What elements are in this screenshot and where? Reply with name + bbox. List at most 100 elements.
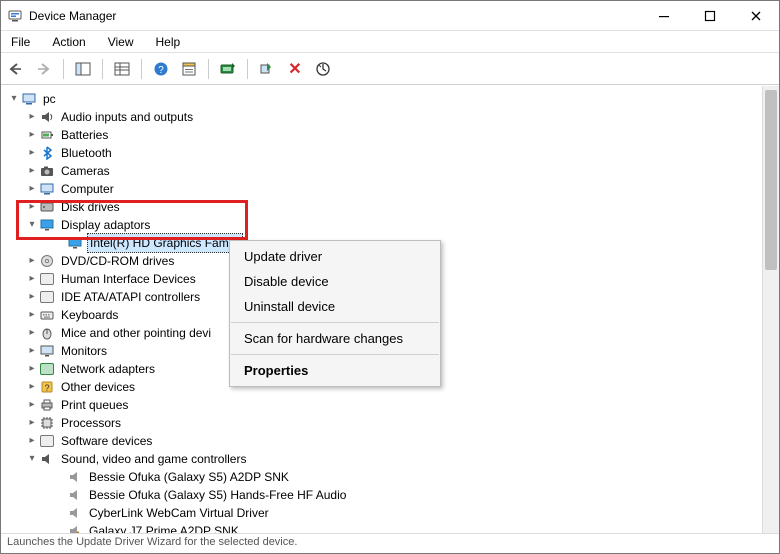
other-icon: ? <box>39 379 55 395</box>
show-hide-console-tree-button[interactable] <box>72 58 94 80</box>
expand-toggle[interactable]: ▸ <box>25 324 39 342</box>
forward-button[interactable] <box>33 58 55 80</box>
expand-toggle[interactable]: ▸ <box>25 252 39 270</box>
category-label[interactable]: Print queues <box>59 396 130 414</box>
display-icon <box>39 217 55 233</box>
sound-device-warning-icon: ! <box>67 523 83 533</box>
category-label[interactable]: Keyboards <box>59 306 120 324</box>
menu-help[interactable]: Help <box>152 33 185 51</box>
device-label[interactable]: Galaxy J7 Prime A2DP SNK <box>87 522 241 533</box>
expand-toggle[interactable]: ▾ <box>7 90 21 108</box>
toolbar-separator <box>141 59 142 79</box>
keyboard-icon <box>39 307 55 323</box>
ctx-properties[interactable]: Properties <box>230 358 440 383</box>
vertical-scrollbar[interactable] <box>762 86 779 533</box>
category-label[interactable]: Processors <box>59 414 123 432</box>
menubar: File Action View Help <box>1 31 779 53</box>
audio-icon <box>39 109 55 125</box>
expand-toggle[interactable]: ▾ <box>25 450 39 468</box>
menu-divider <box>231 354 439 355</box>
category-label[interactable]: Other devices <box>59 378 137 396</box>
expand-toggle[interactable]: ▸ <box>25 306 39 324</box>
hid-icon <box>39 271 55 287</box>
expand-toggle[interactable]: ▸ <box>25 414 39 432</box>
mouse-icon <box>39 325 55 341</box>
camera-icon <box>39 163 55 179</box>
ctx-scan-hardware[interactable]: Scan for hardware changes <box>230 326 440 351</box>
category-label[interactable]: Computer <box>59 180 116 198</box>
category-label[interactable]: Human Interface Devices <box>59 270 198 288</box>
category-label[interactable]: Network adapters <box>59 360 157 378</box>
close-button[interactable] <box>733 1 779 30</box>
scan-hardware-button[interactable] <box>312 58 334 80</box>
computer-icon <box>39 181 55 197</box>
monitor-icon <box>39 343 55 359</box>
expand-toggle[interactable]: ▸ <box>25 432 39 450</box>
network-icon <box>39 361 55 377</box>
enable-device-button[interactable] <box>256 58 278 80</box>
device-label[interactable]: Bessie Ofuka (Galaxy S5) A2DP SNK <box>87 468 291 486</box>
category-label[interactable]: Display adaptors <box>59 216 152 234</box>
category-label[interactable]: Disk drives <box>59 198 122 216</box>
ide-icon <box>39 289 55 305</box>
menu-action[interactable]: Action <box>48 33 89 51</box>
device-label[interactable]: CyberLink WebCam Virtual Driver <box>87 504 271 522</box>
expand-toggle[interactable]: ▸ <box>25 360 39 378</box>
properties-button[interactable] <box>178 58 200 80</box>
category-label[interactable]: Cameras <box>59 162 112 180</box>
expand-toggle[interactable]: ▾ <box>25 216 39 234</box>
category-label[interactable]: Batteries <box>59 126 110 144</box>
expand-toggle[interactable]: ▸ <box>25 288 39 306</box>
sound-device-icon <box>67 487 83 503</box>
expand-toggle[interactable]: ▸ <box>25 378 39 396</box>
computer-icon <box>21 91 37 107</box>
menu-divider <box>231 322 439 323</box>
sound-icon <box>39 451 55 467</box>
context-menu: Update driver Disable device Uninstall d… <box>229 240 441 387</box>
expand-toggle[interactable]: ▸ <box>25 342 39 360</box>
ctx-disable-device[interactable]: Disable device <box>230 269 440 294</box>
detail-view-button[interactable] <box>111 58 133 80</box>
titlebar: Device Manager <box>1 1 779 31</box>
category-label[interactable]: IDE ATA/ATAPI controllers <box>59 288 202 306</box>
status-text: Launches the Update Driver Wizard for th… <box>7 536 297 548</box>
maximize-button[interactable] <box>687 1 733 30</box>
back-button[interactable] <box>5 58 27 80</box>
sound-device-icon <box>67 505 83 521</box>
ctx-update-driver[interactable]: Update driver <box>230 244 440 269</box>
scrollbar-thumb[interactable] <box>765 90 777 270</box>
minimize-button[interactable] <box>641 1 687 30</box>
expand-toggle[interactable]: ▸ <box>25 396 39 414</box>
menu-file[interactable]: File <box>7 33 34 51</box>
category-label[interactable]: Audio inputs and outputs <box>59 108 195 126</box>
processor-icon <box>39 415 55 431</box>
expand-toggle[interactable]: ▸ <box>25 180 39 198</box>
expand-toggle[interactable]: ▸ <box>25 270 39 288</box>
ctx-uninstall-device[interactable]: Uninstall device <box>230 294 440 319</box>
category-label[interactable]: Software devices <box>59 432 154 450</box>
category-label[interactable]: Mice and other pointing devi <box>59 324 213 342</box>
help-button[interactable]: ? <box>150 58 172 80</box>
window-title: Device Manager <box>29 9 641 23</box>
svg-text:?: ? <box>158 65 164 76</box>
expand-toggle[interactable]: ▸ <box>25 144 39 162</box>
tree-root-label[interactable]: pc <box>41 90 58 108</box>
software-icon <box>39 433 55 449</box>
menu-view[interactable]: View <box>104 33 138 51</box>
category-label[interactable]: Monitors <box>59 342 109 360</box>
update-driver-toolbar-button[interactable] <box>217 58 239 80</box>
expand-toggle[interactable]: ▸ <box>25 126 39 144</box>
category-label[interactable]: DVD/CD-ROM drives <box>59 252 176 270</box>
device-intel-hd-graphics[interactable]: Intel(R) HD Graphics Family <box>87 233 243 253</box>
toolbar-separator <box>63 59 64 79</box>
sound-device-icon <box>67 469 83 485</box>
category-label[interactable]: Sound, video and game controllers <box>59 450 248 468</box>
category-label[interactable]: Bluetooth <box>59 144 114 162</box>
device-label[interactable]: Bessie Ofuka (Galaxy S5) Hands-Free HF A… <box>87 486 348 504</box>
expand-toggle[interactable]: ▸ <box>25 162 39 180</box>
status-bar: Launches the Update Driver Wizard for th… <box>1 533 779 553</box>
expand-toggle[interactable]: ▸ <box>25 108 39 126</box>
uninstall-device-button[interactable]: ✕ <box>284 58 306 80</box>
bluetooth-icon <box>39 145 55 161</box>
expand-toggle[interactable]: ▸ <box>25 198 39 216</box>
